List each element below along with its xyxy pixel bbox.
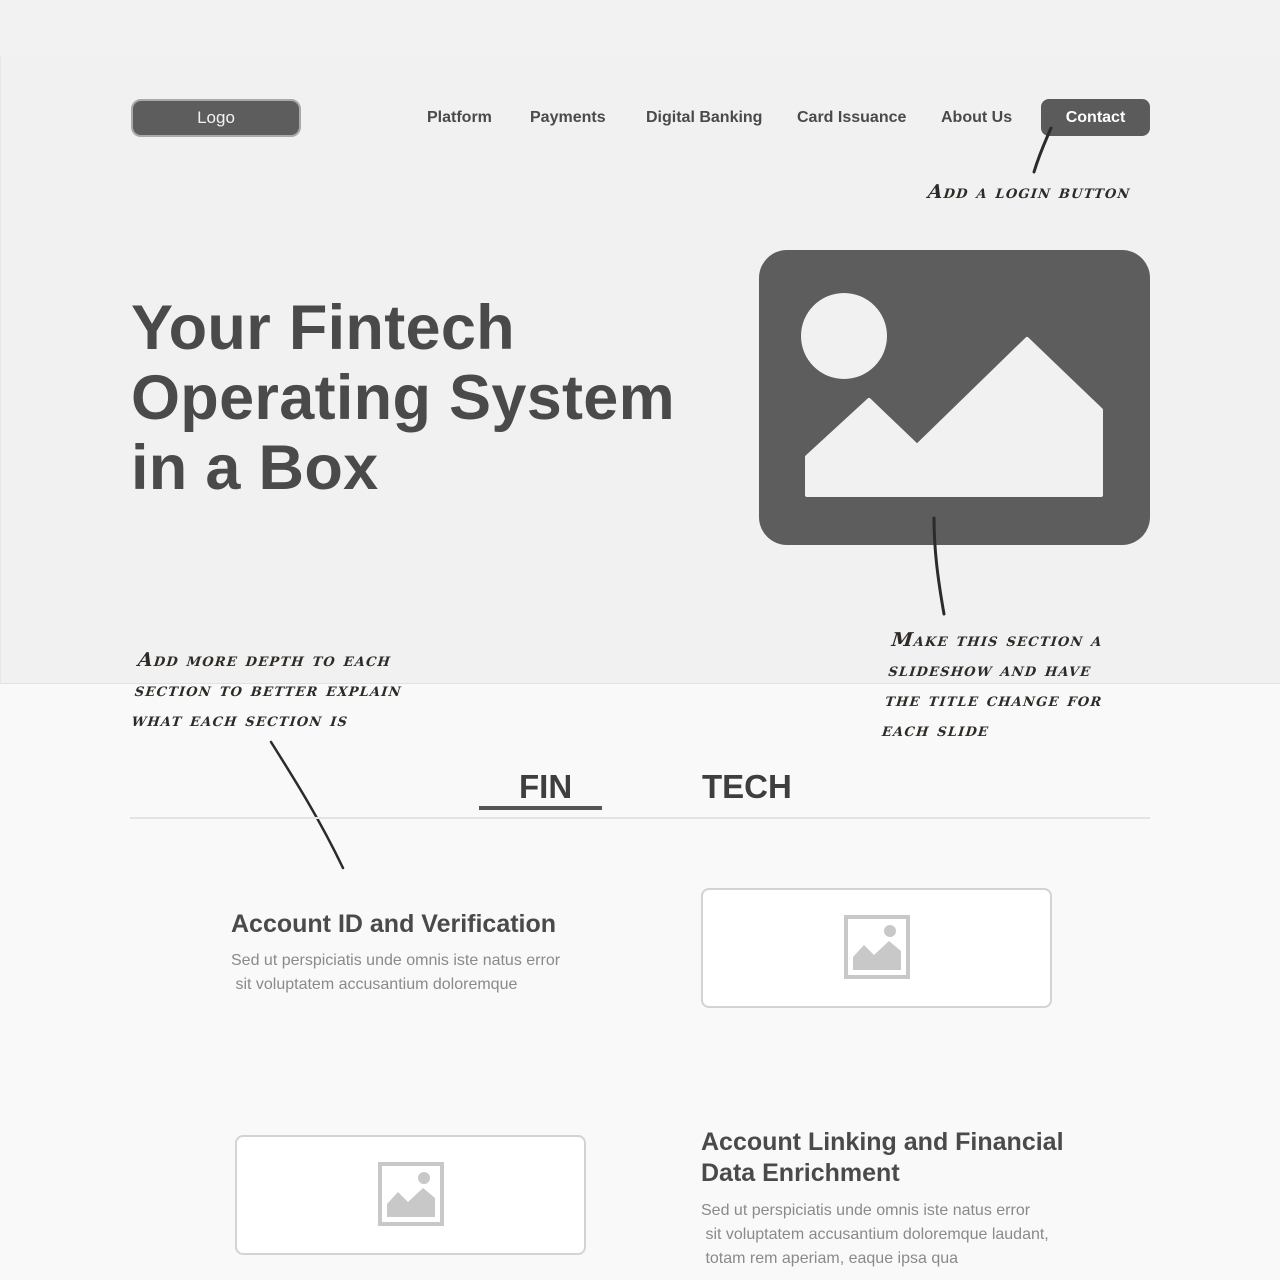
- annotation-line: section to better explain: [133, 679, 404, 701]
- tab-fin[interactable]: FIN: [519, 768, 572, 806]
- top-band: [0, 0, 1280, 56]
- feature-description-line: Sed ut perspiciatis unde omnis iste natu…: [231, 952, 561, 969]
- contact-button-label: Contact: [1065, 108, 1126, 126]
- tab-divider: [130, 817, 1150, 819]
- image-placeholder-icon: [801, 293, 1103, 497]
- annotation-line: Add more depth to each: [136, 649, 393, 671]
- tab-active-indicator: [479, 806, 602, 810]
- hero-title-line: Your Fintech: [131, 293, 515, 363]
- logo[interactable]: Logo: [131, 99, 301, 137]
- feature-title: Account Linking and Financial Data Enric…: [701, 1127, 1064, 1189]
- annotation-line: each slide: [881, 719, 991, 741]
- hero-title-line: Operating System: [131, 363, 675, 433]
- annotation-stroke-depth: [269, 740, 345, 870]
- image-placeholder-icon: [843, 915, 910, 979]
- annotation-depth: Add more depth to each section to better…: [130, 645, 406, 735]
- hero-image-placeholder: [759, 250, 1150, 545]
- tab-tech[interactable]: TECH: [702, 768, 792, 806]
- feature-description-line: sit voluptatem accusantium doloremque la…: [701, 1226, 1049, 1243]
- feature-title-line: Data Enrichment: [701, 1159, 900, 1187]
- nav-item-digital-banking[interactable]: Digital Banking: [646, 106, 762, 130]
- feature-title-line: Account ID and Verification: [231, 910, 557, 938]
- annotation-line: Add a login button: [926, 181, 1132, 203]
- feature-description-line: sit voluptatem accusantium doloremque: [231, 976, 518, 993]
- annotation-line: what each section is: [130, 709, 350, 731]
- nav-item-card-issuance[interactable]: Card Issuance: [797, 106, 906, 130]
- logo-label: Logo: [197, 108, 235, 127]
- image-placeholder-icon: [377, 1162, 444, 1226]
- feature-image-placeholder: [235, 1135, 586, 1255]
- annotation-line: Make this section a: [890, 629, 1104, 651]
- nav-item-platform[interactable]: Platform: [427, 106, 492, 130]
- hero-title-line: in a Box: [131, 433, 379, 503]
- feature-title: Account ID and Verification: [231, 909, 556, 940]
- annotation-line: slideshow and have: [887, 659, 1093, 681]
- feature-description: Sed ut perspiciatis unde omnis iste natu…: [231, 949, 560, 997]
- feature-title-line: Account Linking and Financial: [701, 1128, 1064, 1156]
- nav-item-payments[interactable]: Payments: [530, 106, 606, 130]
- feature-image-placeholder: [701, 888, 1052, 1008]
- contact-button[interactable]: Contact: [1041, 99, 1150, 136]
- feature-description: Sed ut perspiciatis unde omnis iste natu…: [701, 1199, 1049, 1271]
- annotation-slideshow: Make this section a slideshow and have t…: [881, 625, 1111, 745]
- annotation-login: Add a login button: [926, 177, 1132, 207]
- nav-item-about-us[interactable]: About Us: [941, 106, 1012, 130]
- feature-description-line: Sed ut perspiciatis unde omnis iste natu…: [701, 1202, 1031, 1219]
- annotation-line: the title change for: [884, 689, 1104, 711]
- feature-description-line: totam rem aperiam, eaque ipsa qua: [701, 1250, 959, 1267]
- hero-title: Your Fintech Operating System in a Box: [131, 293, 731, 503]
